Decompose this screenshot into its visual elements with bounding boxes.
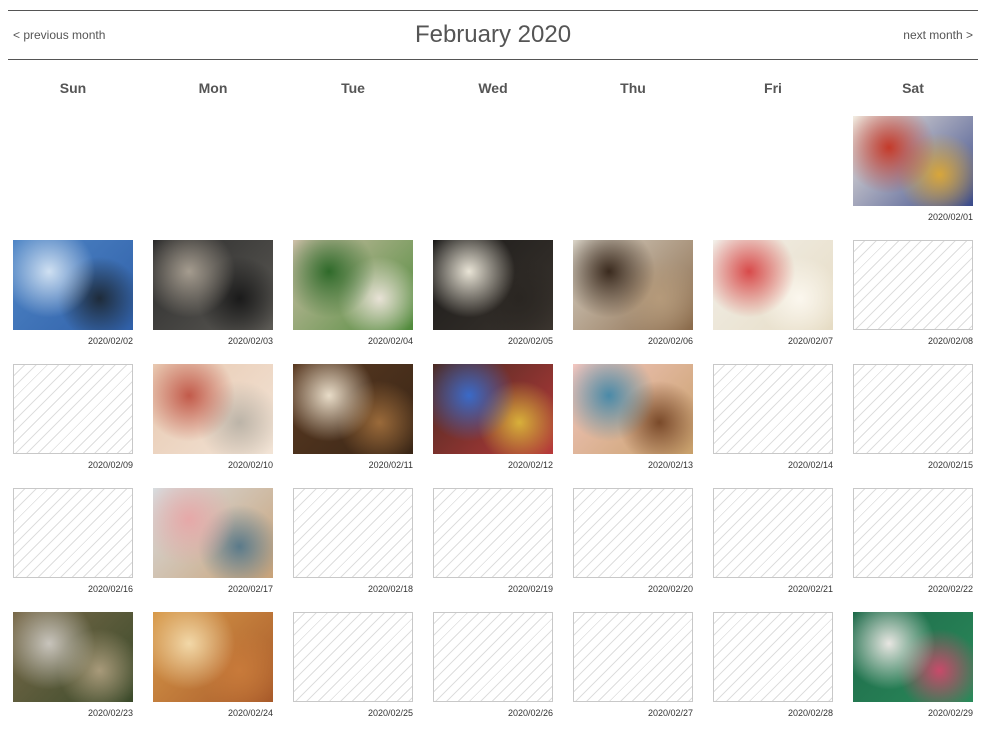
day-date: 2020/02/03 — [227, 336, 273, 346]
day-date: 2020/02/14 — [787, 460, 833, 470]
day-date: 2020/02/17 — [227, 584, 273, 594]
empty-photo-placeholder — [713, 364, 833, 454]
empty-photo-placeholder — [573, 612, 693, 702]
weekday-wed: Wed — [478, 80, 508, 96]
day-date: 2020/02/25 — [367, 708, 413, 718]
day-photo[interactable] — [433, 364, 553, 454]
day-cell[interactable]: 2020/02/17 — [153, 488, 273, 600]
day-cell: 2020/02/16 — [13, 488, 133, 600]
day-date: 2020/02/21 — [787, 584, 833, 594]
day-date: 2020/02/24 — [227, 708, 273, 718]
weekday-mon: Mon — [198, 80, 228, 96]
day-cell: 2020/02/15 — [853, 364, 973, 476]
day-date: 2020/02/09 — [87, 460, 133, 470]
day-cell[interactable]: 2020/02/05 — [433, 240, 553, 352]
next-month-link[interactable]: next month > — [903, 28, 973, 42]
day-date: 2020/02/15 — [927, 460, 973, 470]
day-date: 2020/02/13 — [647, 460, 693, 470]
day-cell[interactable]: 2020/02/13 — [573, 364, 693, 476]
day-photo[interactable] — [153, 364, 273, 454]
day-cell: 2020/02/21 — [713, 488, 833, 600]
day-photo[interactable] — [13, 612, 133, 702]
weekday-thu: Thu — [620, 80, 646, 96]
day-cell[interactable]: 2020/02/23 — [13, 612, 133, 724]
empty-photo-placeholder — [853, 364, 973, 454]
day-photo[interactable] — [853, 612, 973, 702]
day-cell: 2020/02/14 — [713, 364, 833, 476]
empty-photo-placeholder — [713, 488, 833, 578]
day-photo[interactable] — [293, 240, 413, 330]
day-date: 2020/02/26 — [507, 708, 553, 718]
day-cell[interactable]: 2020/02/04 — [293, 240, 413, 352]
empty-photo-placeholder — [853, 488, 973, 578]
day-photo[interactable] — [13, 240, 133, 330]
day-cell: 2020/02/20 — [573, 488, 693, 600]
day-date: 2020/02/18 — [367, 584, 413, 594]
day-date: 2020/02/01 — [927, 212, 973, 222]
weekday-tue: Tue — [341, 80, 365, 96]
day-photo[interactable] — [153, 612, 273, 702]
day-cell[interactable]: 2020/02/01 — [853, 116, 973, 228]
day-photo[interactable] — [853, 116, 973, 206]
day-cell[interactable]: 2020/02/29 — [853, 612, 973, 724]
day-cell[interactable]: 2020/02/02 — [13, 240, 133, 352]
day-date: 2020/02/19 — [507, 584, 553, 594]
day-photo[interactable] — [573, 240, 693, 330]
day-date: 2020/02/28 — [787, 708, 833, 718]
day-cell: 2020/02/22 — [853, 488, 973, 600]
empty-photo-placeholder — [293, 488, 413, 578]
day-photo[interactable] — [153, 240, 273, 330]
day-cell[interactable]: 2020/02/11 — [293, 364, 413, 476]
day-cell: 2020/02/19 — [433, 488, 553, 600]
day-date: 2020/02/08 — [927, 336, 973, 346]
day-cell: 2020/02/28 — [713, 612, 833, 724]
day-date: 2020/02/22 — [927, 584, 973, 594]
day-cell[interactable]: 2020/02/10 — [153, 364, 273, 476]
day-photo[interactable] — [153, 488, 273, 578]
day-date: 2020/02/02 — [87, 336, 133, 346]
day-photo[interactable] — [293, 364, 413, 454]
day-photo[interactable] — [433, 240, 553, 330]
day-date: 2020/02/27 — [647, 708, 693, 718]
empty-photo-placeholder — [853, 240, 973, 330]
weekday-sun: Sun — [59, 80, 87, 96]
day-date: 2020/02/12 — [507, 460, 553, 470]
day-cell: 2020/02/26 — [433, 612, 553, 724]
day-cell[interactable]: 2020/02/24 — [153, 612, 273, 724]
day-date: 2020/02/16 — [87, 584, 133, 594]
day-cell[interactable]: 2020/02/07 — [713, 240, 833, 352]
day-date: 2020/02/06 — [647, 336, 693, 346]
day-photo[interactable] — [573, 364, 693, 454]
empty-photo-placeholder — [13, 364, 133, 454]
day-date: 2020/02/11 — [368, 460, 413, 470]
day-cell: 2020/02/18 — [293, 488, 413, 600]
day-date: 2020/02/05 — [507, 336, 553, 346]
day-date: 2020/02/23 — [87, 708, 133, 718]
empty-photo-placeholder — [293, 612, 413, 702]
empty-photo-placeholder — [713, 612, 833, 702]
day-cell: 2020/02/25 — [293, 612, 413, 724]
empty-photo-placeholder — [13, 488, 133, 578]
day-date: 2020/02/04 — [367, 336, 413, 346]
day-date: 2020/02/20 — [647, 584, 693, 594]
day-cell[interactable]: 2020/02/03 — [153, 240, 273, 352]
weekday-sat: Sat — [902, 80, 924, 96]
day-cell: 2020/02/08 — [853, 240, 973, 352]
month-title: February 2020 — [414, 21, 572, 48]
day-cell: 2020/02/27 — [573, 612, 693, 724]
day-cell[interactable]: 2020/02/12 — [433, 364, 553, 476]
day-cell: 2020/02/09 — [13, 364, 133, 476]
day-date: 2020/02/07 — [787, 336, 833, 346]
empty-photo-placeholder — [433, 488, 553, 578]
weekday-fri: Fri — [764, 80, 782, 96]
day-photo[interactable] — [713, 240, 833, 330]
day-cell[interactable]: 2020/02/06 — [573, 240, 693, 352]
day-date: 2020/02/10 — [227, 460, 273, 470]
calendar-header: < previous month February 2020 next mont… — [8, 10, 978, 60]
empty-photo-placeholder — [433, 612, 553, 702]
empty-photo-placeholder — [573, 488, 693, 578]
day-date: 2020/02/29 — [927, 708, 973, 718]
